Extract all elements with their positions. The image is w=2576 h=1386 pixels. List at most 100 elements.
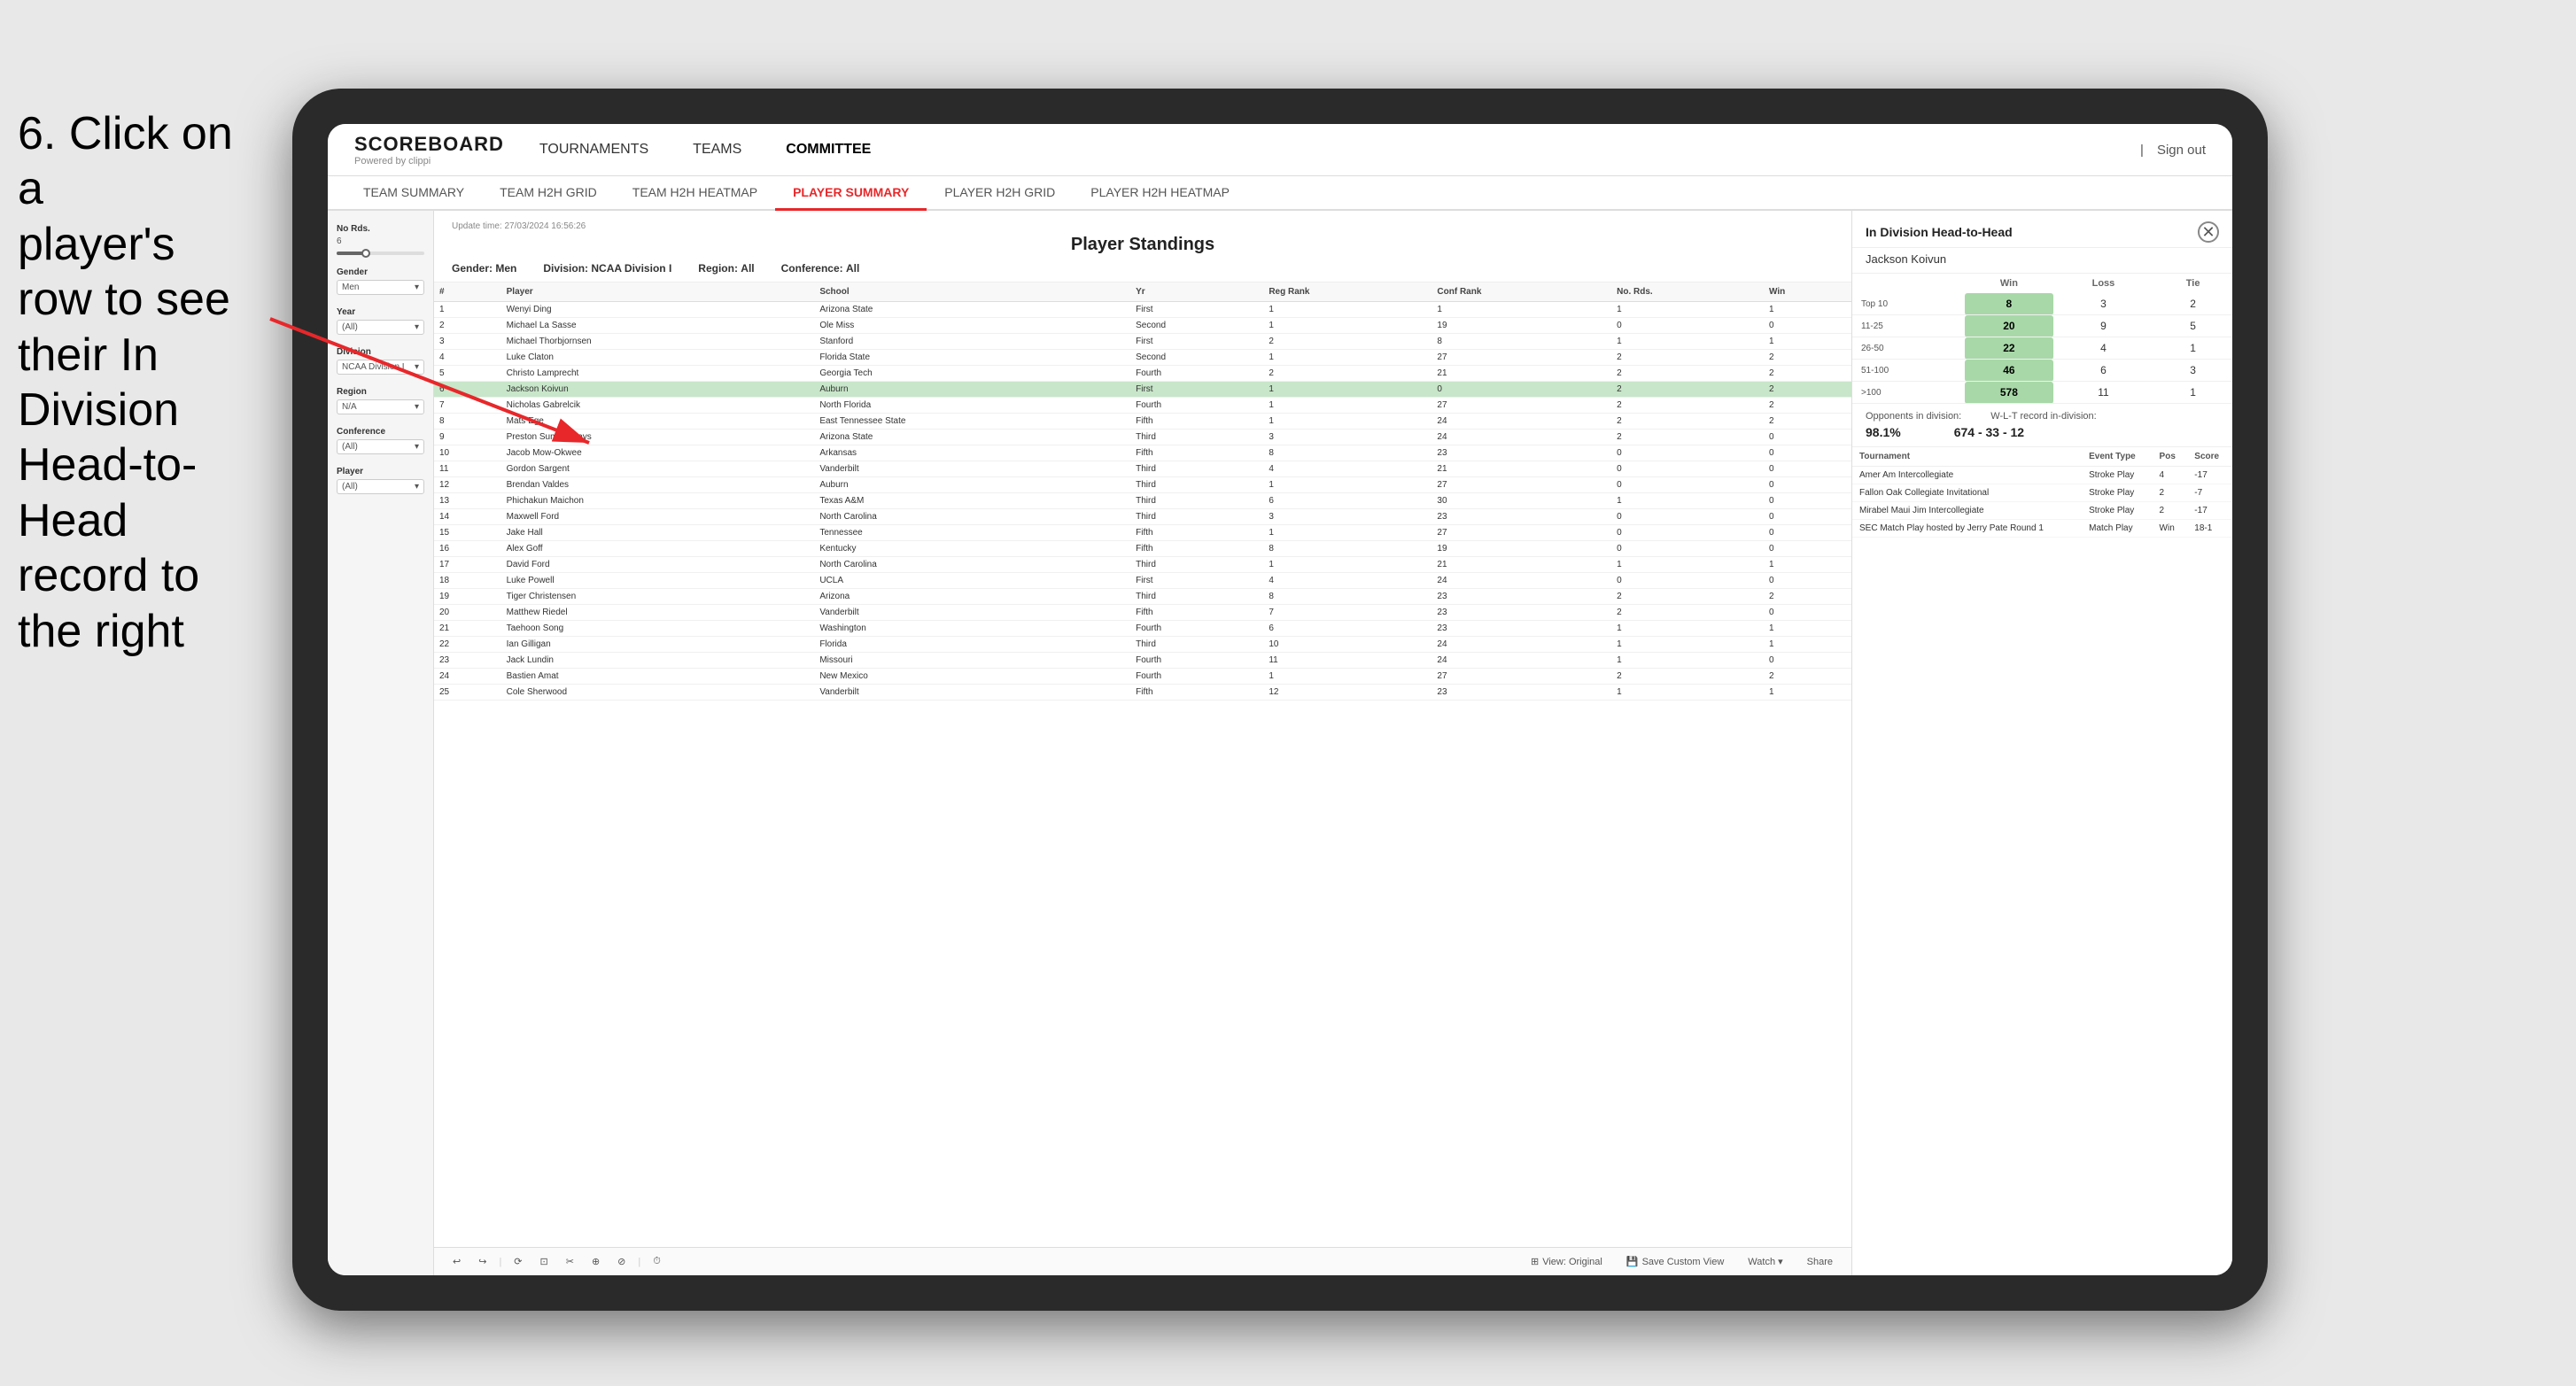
remove-btn[interactable]: ⊘: [612, 1253, 631, 1270]
player-select[interactable]: (All) ▾: [337, 479, 424, 494]
h2h-range: 51-100: [1852, 360, 1965, 382]
table-row[interactable]: 6 Jackson Koivun Auburn First 1 0 2 2: [434, 382, 1851, 398]
nav-tournaments[interactable]: TOURNAMENTS: [539, 137, 648, 162]
cell-reg: 11: [1263, 653, 1432, 669]
cell-reg: 1: [1263, 525, 1432, 541]
cell-conf: 27: [1432, 477, 1611, 493]
division-select[interactable]: NCAA Division I ▾: [337, 360, 424, 375]
conference-select[interactable]: (All) ▾: [337, 439, 424, 454]
region-select[interactable]: N/A ▾: [337, 399, 424, 414]
save-custom-btn[interactable]: 💾 Save Custom View: [1621, 1253, 1729, 1270]
table-row[interactable]: 19 Tiger Christensen Arizona Third 8 23 …: [434, 589, 1851, 605]
table-row[interactable]: 24 Bastien Amat New Mexico Fourth 1 27 2…: [434, 669, 1851, 685]
player-label: Player: [337, 467, 424, 476]
table-row[interactable]: 14 Maxwell Ford North Carolina Third 3 2…: [434, 509, 1851, 525]
region-chip: Region: All: [698, 262, 754, 275]
table-row[interactable]: 23 Jack Lundin Missouri Fourth 11 24 1 0: [434, 653, 1851, 669]
table-row[interactable]: 20 Matthew Riedel Vanderbilt Fifth 7 23 …: [434, 605, 1851, 621]
table-row[interactable]: 8 Mats Ege East Tennessee State Fifth 1 …: [434, 414, 1851, 430]
gender-select[interactable]: Men ▾: [337, 280, 424, 295]
subnav-player-h2h-heatmap[interactable]: PLAYER H2H HEATMAP: [1073, 176, 1247, 211]
close-button[interactable]: ✕: [2198, 221, 2219, 243]
table-row[interactable]: 13 Phichakun Maichon Texas A&M Third 6 3…: [434, 493, 1851, 509]
subnav-team-h2h-heatmap[interactable]: TEAM H2H HEATMAP: [615, 176, 775, 211]
table-row[interactable]: 9 Preston Summerhays Arizona State Third…: [434, 430, 1851, 445]
filter-row: Gender: Men Division: NCAA Division I Re…: [452, 262, 1834, 275]
table-row[interactable]: 11 Gordon Sargent Vanderbilt Third 4 21 …: [434, 461, 1851, 477]
table-row[interactable]: 1 Wenyi Ding Arizona State First 1 1 1 1: [434, 302, 1851, 318]
undo-btn[interactable]: ↩: [447, 1253, 466, 1270]
cell-rds: 1: [1611, 493, 1764, 509]
h2h-loss: 9: [2053, 315, 2154, 337]
tour-name: Fallon Oak Collegiate Invitational: [1852, 484, 2082, 502]
no-rds-slider[interactable]: [337, 252, 424, 255]
table-row[interactable]: 25 Cole Sherwood Vanderbilt Fifth 12 23 …: [434, 685, 1851, 701]
cell-rds: 2: [1611, 398, 1764, 414]
table-row[interactable]: 4 Luke Claton Florida State Second 1 27 …: [434, 350, 1851, 366]
table-row[interactable]: 5 Christo Lamprecht Georgia Tech Fourth …: [434, 366, 1851, 382]
subnav-team-summary[interactable]: TEAM SUMMARY: [345, 176, 482, 211]
table-row[interactable]: 3 Michael Thorbjornsen Stanford First 2 …: [434, 334, 1851, 350]
cell-yr: Fifth: [1130, 605, 1263, 621]
refresh-btn[interactable]: ⟳: [508, 1253, 527, 1270]
cell-reg: 1: [1263, 669, 1432, 685]
cell-yr: Third: [1130, 589, 1263, 605]
table-row[interactable]: 18 Luke Powell UCLA First 4 24 0 0: [434, 573, 1851, 589]
add-btn[interactable]: ⊕: [586, 1253, 605, 1270]
cell-school: Vanderbilt: [814, 685, 1130, 701]
subnav-player-h2h-grid[interactable]: PLAYER H2H GRID: [927, 176, 1073, 211]
cell-yr: Fifth: [1130, 445, 1263, 461]
redo-btn[interactable]: ↪: [473, 1253, 492, 1270]
table-row[interactable]: 7 Nicholas Gabrelcik North Florida Fourt…: [434, 398, 1851, 414]
sign-out-link[interactable]: Sign out: [2157, 143, 2206, 158]
subnav-player-summary[interactable]: PLAYER SUMMARY: [775, 176, 927, 211]
sidebar-filters: No Rds. 6 Gender Men ▾: [328, 211, 434, 1275]
cell-win: 1: [1764, 637, 1851, 653]
no-rds-filter: No Rds. 6: [337, 224, 424, 255]
table-row[interactable]: 16 Alex Goff Kentucky Fifth 8 19 0 0: [434, 541, 1851, 557]
cell-conf: 23: [1432, 605, 1611, 621]
cell-conf: 21: [1432, 366, 1611, 382]
table-row[interactable]: 12 Brendan Valdes Auburn Third 1 27 0 0: [434, 477, 1851, 493]
cell-conf: 24: [1432, 653, 1611, 669]
opponents-value: 98.1%: [1866, 425, 1901, 439]
copy-btn[interactable]: ⊡: [535, 1253, 554, 1270]
tour-name: Amer Am Intercollegiate: [1852, 467, 2082, 484]
watch-btn[interactable]: Watch ▾: [1742, 1253, 1788, 1270]
cell-win: 0: [1764, 605, 1851, 621]
cell-school: Washington: [814, 621, 1130, 637]
cell-conf: 23: [1432, 589, 1611, 605]
col-yr: Yr: [1130, 283, 1263, 302]
table-row[interactable]: 17 David Ford North Carolina Third 1 21 …: [434, 557, 1851, 573]
cell-school: Auburn: [814, 382, 1130, 398]
h2h-loss: 4: [2053, 337, 2154, 360]
table-row[interactable]: 22 Ian Gilligan Florida Third 10 24 1 1: [434, 637, 1851, 653]
h2h-row: 11-25 20 9 5: [1852, 315, 2232, 337]
table-row[interactable]: 2 Michael La Sasse Ole Miss Second 1 19 …: [434, 318, 1851, 334]
cell-win: 2: [1764, 398, 1851, 414]
cell-reg: 2: [1263, 334, 1432, 350]
subnav-team-h2h-grid[interactable]: TEAM H2H GRID: [482, 176, 615, 211]
logo-powered: Powered by clippi: [354, 156, 504, 166]
table-row[interactable]: 15 Jake Hall Tennessee Fifth 1 27 0 0: [434, 525, 1851, 541]
cell-school: Ole Miss: [814, 318, 1130, 334]
nav-teams[interactable]: TEAMS: [693, 137, 741, 162]
cell-num: 8: [434, 414, 501, 430]
cut-btn[interactable]: ✂: [561, 1253, 579, 1270]
table-row[interactable]: 10 Jacob Mow-Okwee Arkansas Fifth 8 23 0…: [434, 445, 1851, 461]
cell-conf: 23: [1432, 685, 1611, 701]
view-original-btn[interactable]: ⊞ View: Original: [1525, 1253, 1608, 1270]
tour-name: SEC Match Play hosted by Jerry Pate Roun…: [1852, 520, 2082, 538]
cell-rds: 0: [1611, 477, 1764, 493]
nav-committee[interactable]: COMMITTEE: [786, 137, 871, 162]
year-select[interactable]: (All) ▾: [337, 320, 424, 335]
share-btn[interactable]: Share: [1802, 1253, 1838, 1270]
cell-rds: 2: [1611, 669, 1764, 685]
table-row[interactable]: 21 Taehoon Song Washington Fourth 6 23 1…: [434, 621, 1851, 637]
cell-rds: 1: [1611, 685, 1764, 701]
cell-yr: Second: [1130, 318, 1263, 334]
cell-conf: 23: [1432, 509, 1611, 525]
cell-yr: Second: [1130, 350, 1263, 366]
cell-player: Luke Claton: [501, 350, 815, 366]
clock-btn[interactable]: ⏱: [648, 1253, 666, 1270]
